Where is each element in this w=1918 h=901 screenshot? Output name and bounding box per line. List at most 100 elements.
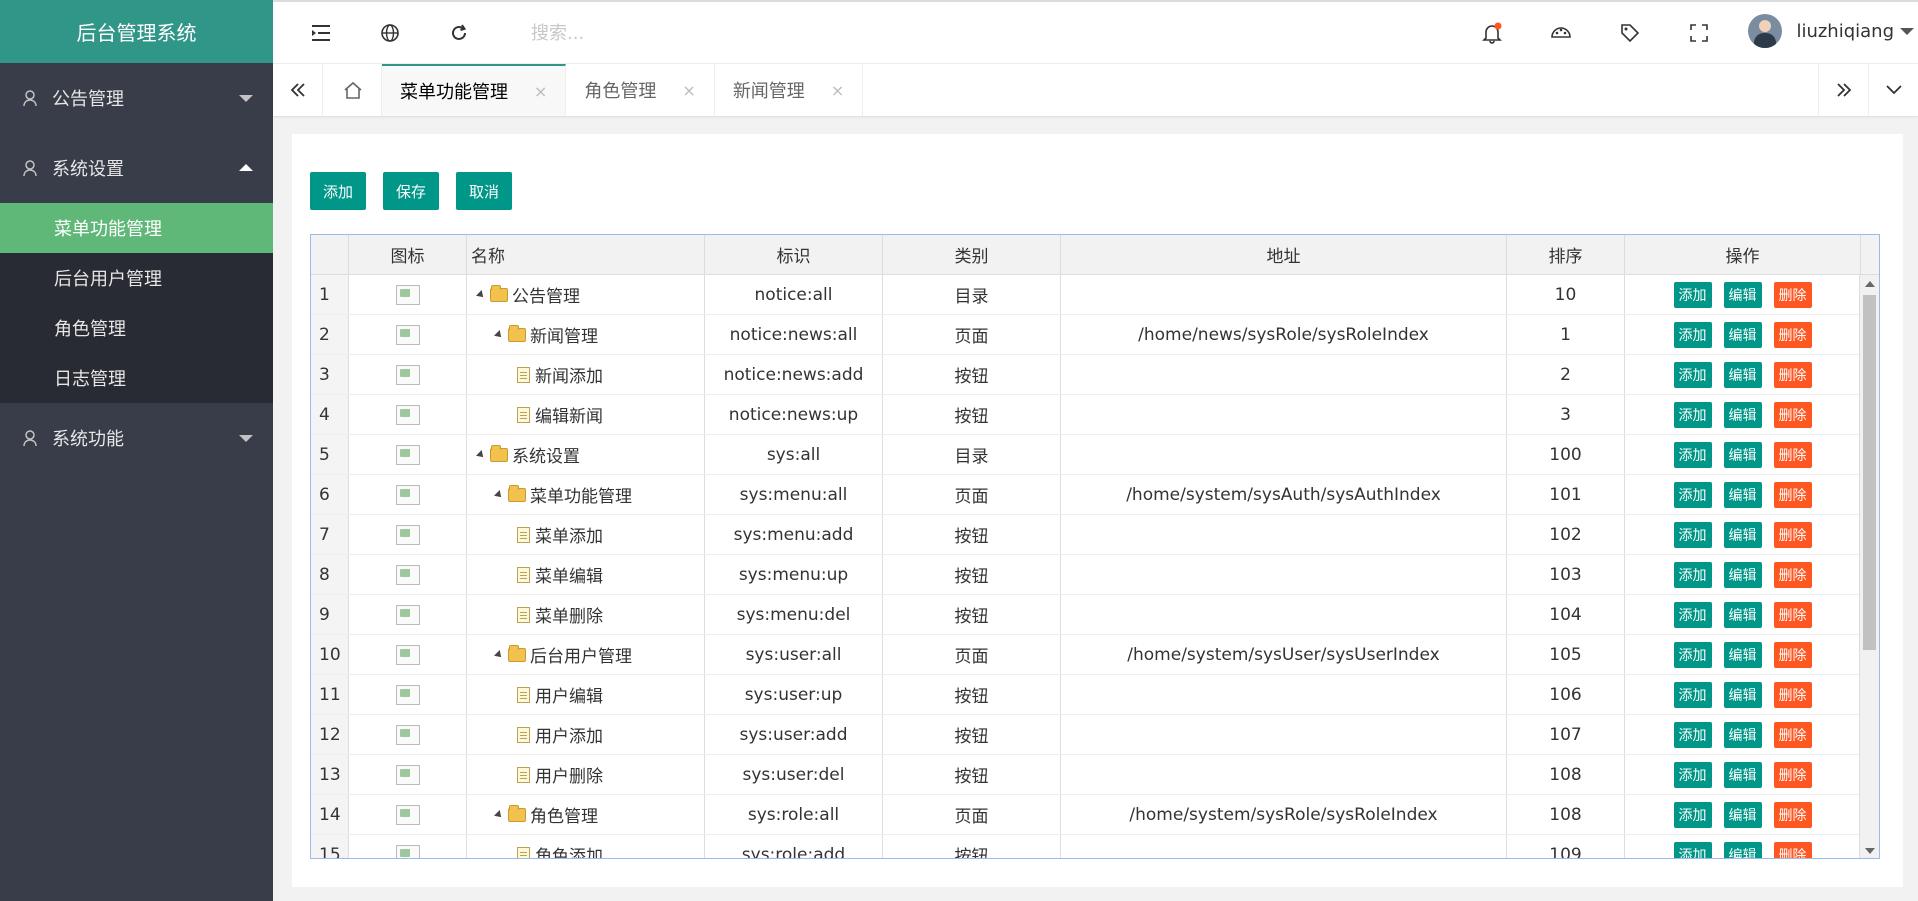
row-edit-button[interactable]: 编辑	[1723, 481, 1762, 508]
row-edit-button[interactable]: 编辑	[1723, 761, 1762, 788]
add-button[interactable]: 添加	[310, 172, 367, 210]
table-row[interactable]: 9 菜单删除 sys:menu:del 按钮 104 添加 编辑 删除	[311, 595, 1861, 635]
row-add-button[interactable]: 添加	[1673, 801, 1712, 828]
scroll-up-icon[interactable]	[1865, 281, 1875, 287]
app-logo-title[interactable]: 后台管理系统	[0, 0, 273, 63]
row-add-button[interactable]: 添加	[1673, 401, 1712, 428]
tree-expand-icon[interactable]	[494, 489, 504, 500]
table-row[interactable]: 1 公告管理 notice:all 目录 10 添加 编辑 删除	[311, 275, 1861, 315]
table-row[interactable]: 2 新闻管理 notice:news:all 页面/home/news/sysRole…	[311, 315, 1861, 355]
row-delete-button[interactable]: 删除	[1773, 681, 1812, 708]
row-edit-button[interactable]: 编辑	[1723, 401, 1762, 428]
row-delete-button[interactable]: 删除	[1773, 441, 1812, 468]
sidebar-item-menu-function[interactable]: 菜单功能管理	[0, 203, 273, 253]
row-add-button[interactable]: 添加	[1673, 481, 1712, 508]
globe-icon[interactable]	[377, 20, 403, 46]
sidebar-group-settings[interactable]: 系统设置	[0, 133, 273, 203]
row-add-button[interactable]: 添加	[1673, 561, 1712, 588]
row-delete-button[interactable]: 删除	[1773, 521, 1812, 548]
search-input[interactable]	[531, 18, 831, 48]
row-edit-button[interactable]: 编辑	[1723, 441, 1762, 468]
scroll-thumb[interactable]	[1863, 295, 1876, 650]
row-edit-button[interactable]: 编辑	[1723, 561, 1762, 588]
tree-expand-icon[interactable]	[494, 649, 504, 660]
row-delete-button[interactable]: 删除	[1773, 721, 1812, 748]
row-add-button[interactable]: 添加	[1673, 721, 1712, 748]
theme-icon[interactable]	[1548, 20, 1574, 46]
table-row[interactable]: 7 菜单添加 sys:menu:add 按钮 102 添加 编辑 删除	[311, 515, 1861, 555]
tabs-scroll-right-icon[interactable]	[1818, 64, 1868, 116]
tab-news[interactable]: 新闻管理 ×	[715, 64, 864, 116]
row-delete-button[interactable]: 删除	[1773, 641, 1812, 668]
row-delete-button[interactable]: 删除	[1773, 561, 1812, 588]
tag-icon[interactable]	[1617, 20, 1643, 46]
vertical-scrollbar[interactable]	[1859, 275, 1879, 858]
row-add-button[interactable]: 添加	[1673, 441, 1712, 468]
row-edit-button[interactable]: 编辑	[1723, 641, 1762, 668]
row-add-button[interactable]: 添加	[1673, 281, 1712, 308]
row-delete-button[interactable]: 删除	[1773, 401, 1812, 428]
row-edit-button[interactable]: 编辑	[1723, 521, 1762, 548]
row-delete-button[interactable]: 删除	[1773, 601, 1812, 628]
table-row[interactable]: 11 用户编辑 sys:user:up 按钮 106 添加 编辑 删除	[311, 675, 1861, 715]
home-icon[interactable]	[324, 64, 382, 116]
row-delete-button[interactable]: 删除	[1773, 361, 1812, 388]
row-add-button[interactable]: 添加	[1673, 601, 1712, 628]
row-delete-button[interactable]: 删除	[1773, 801, 1812, 828]
sidebar-group-notice[interactable]: 公告管理	[0, 63, 273, 133]
row-edit-button[interactable]: 编辑	[1723, 601, 1762, 628]
table-row[interactable]: 3 新闻添加 notice:news:add 按钮 2 添加 编辑 删除	[311, 355, 1861, 395]
row-add-button[interactable]: 添加	[1673, 641, 1712, 668]
row-add-button[interactable]: 添加	[1673, 841, 1712, 858]
sidebar-item-admin-users[interactable]: 后台用户管理	[0, 253, 273, 303]
fullscreen-icon[interactable]	[1686, 20, 1712, 46]
sidebar-item-roles[interactable]: 角色管理	[0, 303, 273, 353]
tab-roles[interactable]: 角色管理 ×	[566, 64, 715, 116]
tree-expand-icon[interactable]	[476, 289, 486, 300]
table-row[interactable]: 13 用户删除 sys:user:del 按钮 108 添加 编辑 删除	[311, 755, 1861, 795]
scroll-down-icon[interactable]	[1865, 848, 1875, 854]
table-row[interactable]: 15 角色添加 sys:role:add 按钮 109 添加 编辑 删除	[311, 835, 1861, 858]
row-edit-button[interactable]: 编辑	[1723, 721, 1762, 748]
bell-icon[interactable]	[1479, 20, 1505, 46]
row-edit-button[interactable]: 编辑	[1723, 361, 1762, 388]
close-icon[interactable]: ×	[831, 81, 844, 100]
user-menu[interactable]: liuzhiqiang	[1748, 14, 1914, 48]
tree-expand-icon[interactable]	[494, 809, 504, 820]
close-icon[interactable]: ×	[682, 81, 695, 100]
tabs-scroll-left-icon[interactable]	[273, 64, 323, 116]
tree-expand-icon[interactable]	[476, 449, 486, 460]
tab-menu-function[interactable]: 菜单功能管理 ×	[382, 64, 567, 116]
cancel-button[interactable]: 取消	[456, 172, 513, 210]
row-edit-button[interactable]: 编辑	[1723, 281, 1762, 308]
menu-fold-icon[interactable]	[308, 20, 334, 46]
refresh-icon[interactable]	[446, 20, 472, 46]
table-row[interactable]: 10 后台用户管理 sys:user:all 页面/home/system/sysUs…	[311, 635, 1861, 675]
table-row[interactable]: 5 系统设置 sys:all 目录 100 添加 编辑 删除	[311, 435, 1861, 475]
sidebar-item-logs[interactable]: 日志管理	[0, 353, 273, 403]
table-row[interactable]: 6 菜单功能管理 sys:menu:all 页面/home/system/sysAut…	[311, 475, 1861, 515]
row-delete-button[interactable]: 删除	[1773, 841, 1812, 858]
row-add-button[interactable]: 添加	[1673, 761, 1712, 788]
table-row[interactable]: 14 角色管理 sys:role:all 页面/home/system/sysRole…	[311, 795, 1861, 835]
table-row[interactable]: 8 菜单编辑 sys:menu:up 按钮 103 添加 编辑 删除	[311, 555, 1861, 595]
tree-expand-icon[interactable]	[494, 329, 504, 340]
tabs-menu-chevron-down-icon[interactable]	[1868, 64, 1918, 116]
table-row[interactable]: 12 用户添加 sys:user:add 按钮 107 添加 编辑 删除	[311, 715, 1861, 755]
row-delete-button[interactable]: 删除	[1773, 321, 1812, 348]
row-add-button[interactable]: 添加	[1673, 361, 1712, 388]
sidebar-group-system-functions[interactable]: 系统功能	[0, 403, 273, 473]
row-edit-button[interactable]: 编辑	[1723, 801, 1762, 828]
row-edit-button[interactable]: 编辑	[1723, 321, 1762, 348]
row-delete-button[interactable]: 删除	[1773, 761, 1812, 788]
row-delete-button[interactable]: 删除	[1773, 481, 1812, 508]
row-edit-button[interactable]: 编辑	[1723, 681, 1762, 708]
row-delete-button[interactable]: 删除	[1773, 281, 1812, 308]
row-add-button[interactable]: 添加	[1673, 521, 1712, 548]
table-row[interactable]: 4 编辑新闻 notice:news:up 按钮 3 添加 编辑 删除	[311, 395, 1861, 435]
save-button[interactable]: 保存	[383, 172, 440, 210]
row-add-button[interactable]: 添加	[1673, 681, 1712, 708]
close-icon[interactable]: ×	[534, 82, 547, 101]
row-add-button[interactable]: 添加	[1673, 321, 1712, 348]
row-edit-button[interactable]: 编辑	[1723, 841, 1762, 858]
